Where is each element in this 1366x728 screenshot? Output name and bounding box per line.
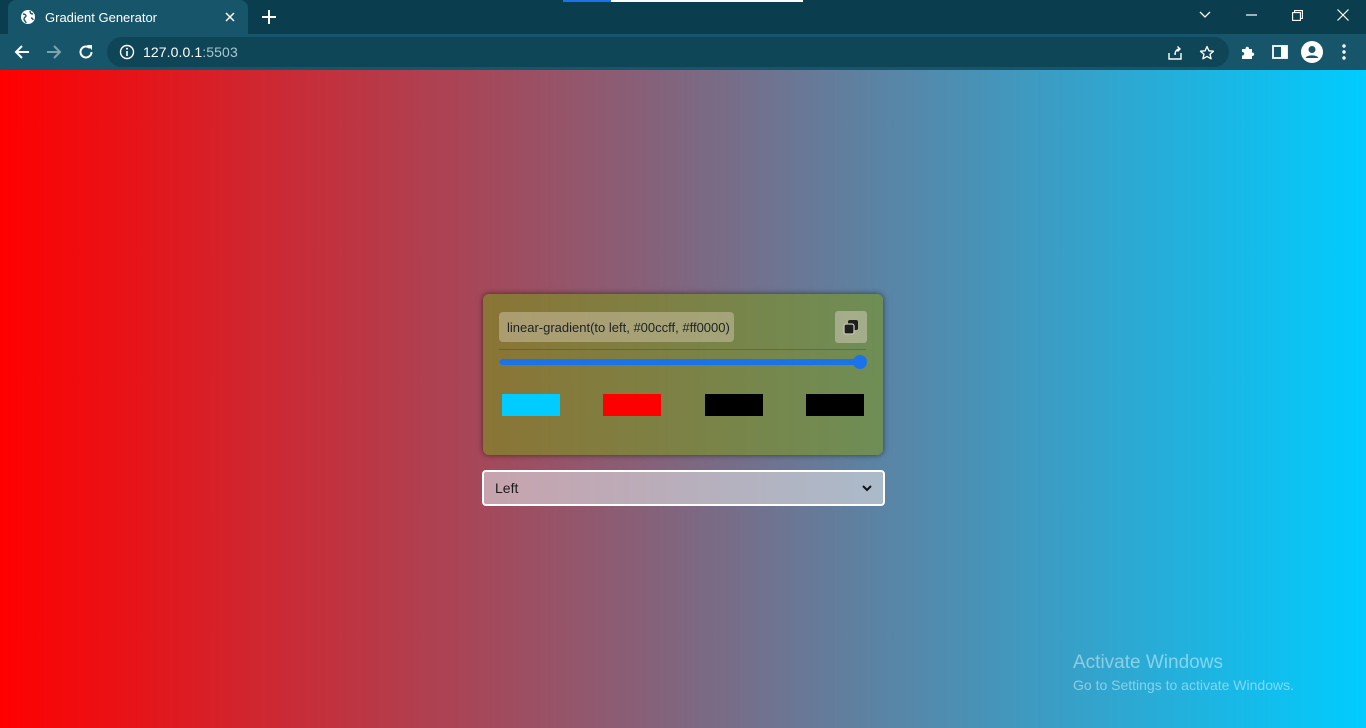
url-port: :5503 [202,44,238,60]
copy-button[interactable] [835,311,867,343]
color-swatch-4[interactable] [806,394,864,416]
divider [499,349,866,350]
plus-icon[interactable] [259,7,279,27]
gradient-range-slider[interactable] [499,355,867,369]
url-host: 127.0.0.1 [143,44,203,60]
puzzle-icon[interactable] [1237,41,1259,63]
gradient-background: linear-gradient(to left, #00ccff, #ff000… [0,70,1366,728]
color-swatch-3[interactable] [705,394,763,416]
window-close-icon[interactable] [1320,0,1366,30]
close-icon[interactable] [222,9,238,25]
browser-toolbar: 127.0.0.1:5503 [0,34,1366,70]
slider-thumb[interactable] [853,355,867,369]
copy-icon [843,319,859,335]
reload-icon[interactable] [72,38,100,66]
share-icon[interactable] [1166,44,1184,62]
info-icon[interactable] [119,44,135,60]
direction-select-value: Left [495,480,519,496]
browser-titlebar: Gradient Generator [0,0,1366,34]
chevron-down-icon[interactable] [1182,0,1228,30]
windows-activation-watermark: Activate Windows Go to Settings to activ… [1073,652,1294,693]
watermark-title: Activate Windows [1073,652,1223,673]
browser-tab[interactable]: Gradient Generator [8,0,248,34]
minimize-icon[interactable] [1228,0,1274,30]
direction-select[interactable]: Left [482,470,885,506]
restore-icon[interactable] [1274,0,1320,30]
chevron-down-icon [861,482,873,494]
color-swatch-1[interactable] [502,394,560,416]
slider-fill [499,359,860,365]
globe-icon [20,9,36,25]
watermark-subtitle: Go to Settings to activate Windows. [1073,677,1294,693]
star-icon[interactable] [1198,44,1216,62]
page-load-progress [563,0,803,2]
profile-icon[interactable] [1301,41,1323,63]
url-text: 127.0.0.1:5503 [143,44,238,60]
side-panel-icon[interactable] [1269,41,1291,63]
forward-arrow-icon[interactable] [40,38,68,66]
gradient-code-text: linear-gradient(to left, #00ccff, #ff000… [499,312,734,342]
tab-title: Gradient Generator [45,9,158,25]
generator-card: linear-gradient(to left, #00ccff, #ff000… [483,294,883,455]
color-swatch-2[interactable] [603,394,661,416]
address-bar[interactable]: 127.0.0.1:5503 [107,37,1229,67]
back-arrow-icon[interactable] [8,38,36,66]
kebab-menu-icon[interactable] [1333,41,1355,63]
